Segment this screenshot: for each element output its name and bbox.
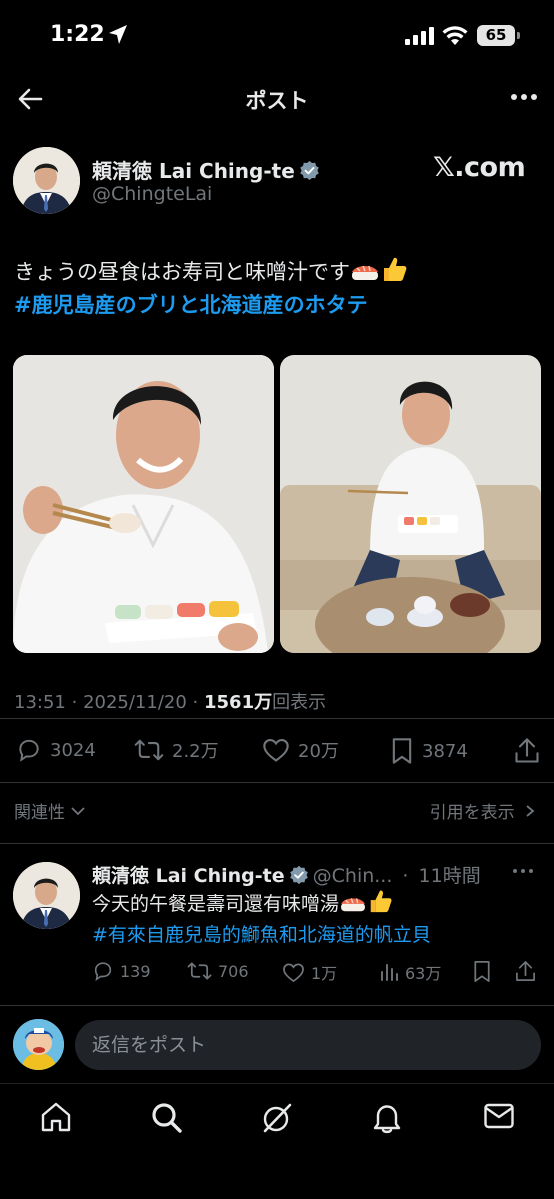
cellular-signal-icon [405, 27, 434, 45]
post-meta: 13:51 · 2025/11/20 · 1561万回表示 [14, 692, 327, 713]
post-header: ポスト [0, 75, 554, 125]
grok-icon[interactable] [261, 1102, 293, 1134]
author-name-text[interactable]: 頼清徳 Lai Ching-te [92, 159, 295, 183]
like-button[interactable]: 20万 [262, 737, 339, 763]
post-text: きょうの昼食はお寿司と味噌汁です #鹿児島産のブリと北海道産のホタテ [14, 255, 544, 322]
reply-icon [19, 739, 39, 762]
reply-share-button[interactable] [515, 960, 536, 983]
repost-button[interactable]: 2.2万 [134, 737, 219, 763]
view-quotes-link[interactable]: 引用を表示 [430, 798, 536, 823]
battery-indicator: 65 [477, 25, 520, 46]
reply-like-button[interactable]: 1万 [282, 960, 337, 984]
reply-bookmark-button[interactable] [472, 960, 492, 983]
reply-actions: 139 706 1万 63万 [92, 958, 542, 986]
reply-count: 3024 [50, 739, 96, 761]
post-date[interactable]: 2025/11/20 [83, 692, 187, 713]
reply-views-count: 63万 [405, 964, 442, 983]
sushi-emoji-icon [341, 898, 365, 912]
status-bar: 1:22 65 [0, 0, 554, 75]
home-icon[interactable] [40, 1102, 72, 1132]
reply-input[interactable]: 返信をポスト [75, 1020, 541, 1070]
user-avatar[interactable] [13, 1019, 64, 1070]
reply-author-avatar[interactable] [13, 862, 80, 929]
author-name[interactable]: 頼清徳 Lai Ching-te [92, 155, 320, 184]
page-title: ポスト [245, 89, 309, 113]
reply-views-button[interactable]: 63万 [379, 960, 441, 984]
post-photo-1[interactable] [13, 355, 274, 653]
xcom-watermark: 𝕏.com [433, 152, 526, 183]
post-views: 1561万 [204, 692, 273, 713]
reply-repost-count: 706 [218, 961, 249, 981]
reply-author[interactable]: 頼清徳 Lai Ching-te @Chin... · 11時間 [92, 861, 481, 888]
bookmark-button[interactable]: 3874 [390, 737, 468, 765]
thumbs-up-emoji-icon [384, 257, 407, 281]
bottom-navigation [0, 1083, 554, 1199]
search-icon[interactable] [151, 1102, 183, 1134]
view-quotes-label[interactable]: 引用を表示 [430, 803, 515, 823]
reply-age: 11時間 [418, 865, 481, 887]
sushi-emoji-icon [352, 265, 378, 280]
divider [0, 718, 554, 719]
share-icon [516, 961, 535, 981]
messages-icon[interactable] [483, 1102, 515, 1130]
post-hashtag[interactable]: #鹿児島産のブリと北海道産のホタテ [14, 289, 544, 322]
post-time[interactable]: 13:51 [14, 692, 66, 713]
thumbs-up-emoji-icon [370, 890, 392, 913]
reply-repost-button[interactable]: 706 [187, 960, 249, 982]
post-actions: 3024 2.2万 20万 3874 [0, 733, 554, 769]
post-photo-2[interactable] [280, 355, 541, 653]
like-count: 20万 [298, 741, 339, 762]
reply-button[interactable]: 3024 [16, 737, 96, 763]
more-icon[interactable] [510, 87, 538, 107]
chevron-down-icon [71, 807, 86, 816]
share-icon [515, 738, 539, 763]
reply-icon [94, 962, 112, 981]
reply-text-line: 今天的午餐是壽司還有味噌湯 [92, 893, 340, 915]
status-time: 1:22 [50, 22, 105, 47]
chevron-right-icon [526, 805, 535, 817]
like-icon [263, 739, 289, 762]
reply-hashtag[interactable]: #有來自鹿兒島的鰤魚和北海道的帆立貝 [92, 920, 431, 951]
sort-dropdown[interactable]: 関連性 [14, 798, 86, 823]
reply-reply-button[interactable]: 139 [92, 960, 151, 982]
verified-icon [289, 865, 308, 885]
views-icon [381, 964, 398, 981]
verified-icon [300, 160, 319, 181]
repost-icon [134, 739, 164, 761]
repost-icon [187, 962, 212, 980]
reply-like-count: 1万 [311, 964, 338, 983]
bookmark-icon [474, 961, 490, 982]
views-label: 回表示 [272, 692, 327, 713]
reply-author-handle[interactable]: @Chin... [313, 865, 393, 887]
reply-text: 今天的午餐是壽司還有味噌湯 #有來自鹿兒島的鰤魚和北海道的帆立貝 [92, 888, 431, 951]
sort-label[interactable]: 関連性 [14, 803, 65, 823]
bookmark-icon [392, 738, 412, 764]
location-arrow-icon [109, 25, 127, 44]
notifications-icon[interactable] [372, 1102, 402, 1134]
divider [0, 843, 554, 844]
repost-count: 2.2万 [172, 741, 219, 762]
bookmark-count: 3874 [422, 740, 468, 762]
author-avatar[interactable] [13, 147, 80, 214]
reply-author-name[interactable]: 頼清徳 Lai Ching-te [92, 865, 285, 887]
more-icon[interactable] [512, 864, 534, 878]
divider [0, 782, 554, 783]
post-text-line: きょうの昼食はお寿司と味噌汁です [14, 260, 350, 284]
author-handle[interactable]: @ChingteLai [92, 183, 212, 205]
like-icon [283, 963, 304, 982]
wifi-icon [442, 26, 468, 45]
reply-reply-count: 139 [120, 961, 151, 981]
share-button[interactable] [514, 737, 540, 765]
